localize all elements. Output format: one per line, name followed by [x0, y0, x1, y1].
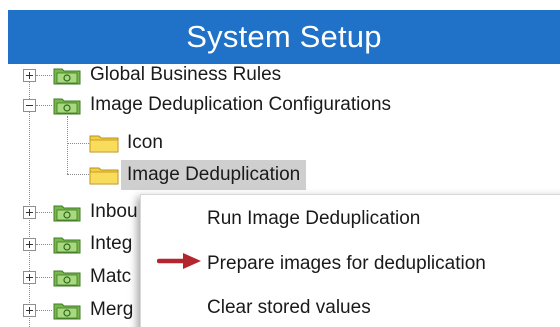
menu-item-run-image-deduplication[interactable]: Run Image Deduplication: [207, 204, 420, 234]
tree-node-label: Global Business Rules: [90, 64, 282, 85]
tree-node-image-deduplication-configurations[interactable]: Image Deduplication Configurations: [0, 90, 560, 120]
green-folder-icon: [53, 205, 81, 222]
yellow-folder-icon: [89, 167, 119, 185]
tree-node-inbound[interactable]: Inbou: [0, 197, 140, 227]
tree-node-image-deduplication[interactable]: Image Deduplication: [0, 160, 560, 190]
tree-node-label: Image Deduplication: [121, 160, 307, 190]
yellow-folder-icon: [89, 135, 119, 153]
green-folder-icon: [53, 303, 81, 320]
plus-box-icon[interactable]: [23, 206, 36, 219]
menu-item-prepare-images-for-deduplication[interactable]: Prepare images for deduplication: [207, 249, 486, 279]
plus-box-icon[interactable]: [23, 69, 36, 82]
plus-box-icon[interactable]: [23, 238, 36, 251]
tree-node-global-business-rules[interactable]: Global Business Rules: [0, 60, 560, 90]
tree-node-label: Integ: [90, 233, 133, 254]
tree-node-label: Merg: [90, 299, 134, 320]
window-title: System Setup: [8, 10, 560, 64]
green-folder-icon: [53, 237, 81, 254]
tree-node-label: Image Deduplication Configurations: [90, 94, 392, 115]
tree-node-merge[interactable]: Merg: [0, 295, 140, 325]
plus-box-icon[interactable]: [23, 304, 36, 317]
tree-node-label: Matc: [90, 266, 132, 287]
red-arrow-icon: [157, 253, 201, 269]
green-folder-icon: [53, 68, 81, 85]
green-folder-icon: [53, 98, 81, 115]
plus-box-icon[interactable]: [23, 271, 36, 284]
tree-node-label: Inbou: [90, 201, 138, 222]
menu-item-clear-stored-values[interactable]: Clear stored values: [207, 293, 371, 323]
green-folder-icon: [53, 270, 81, 287]
context-menu: Run Image Deduplication Prepare images f…: [140, 194, 560, 327]
tree-node-match[interactable]: Matc: [0, 262, 140, 292]
minus-box-icon[interactable]: [23, 99, 36, 112]
tree-node-icon[interactable]: Icon: [0, 128, 560, 158]
tree-node-integration[interactable]: Integ: [0, 229, 140, 259]
tree-node-label: Icon: [127, 132, 163, 153]
